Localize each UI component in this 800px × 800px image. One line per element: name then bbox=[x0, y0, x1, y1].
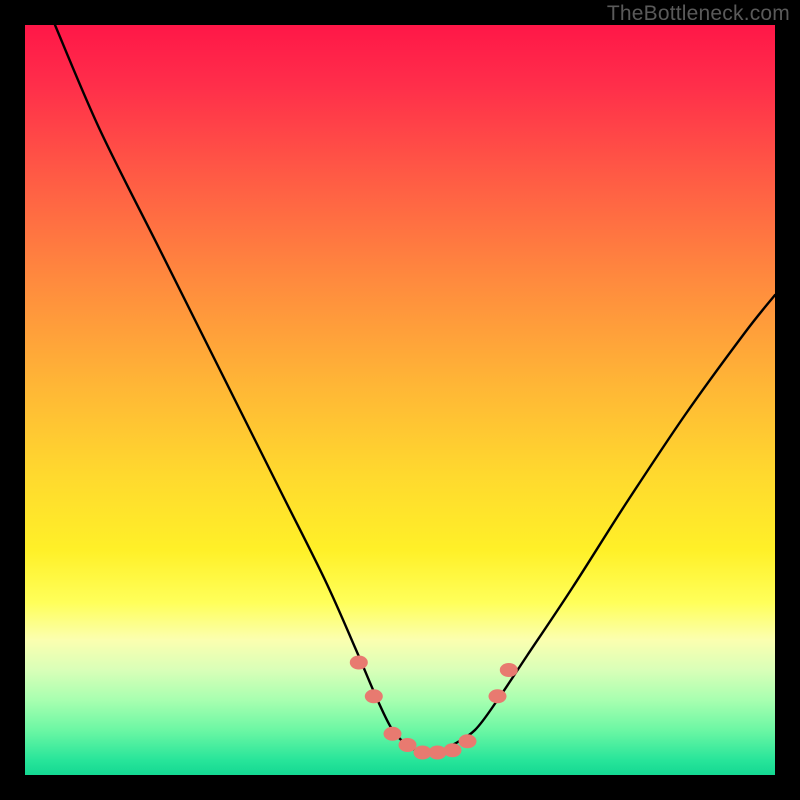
curve-marker bbox=[459, 734, 477, 748]
curve-marker bbox=[489, 689, 507, 703]
curve-marker bbox=[399, 738, 417, 752]
plot-area bbox=[25, 25, 775, 775]
curve-marker bbox=[429, 746, 447, 760]
bottleneck-curve-svg bbox=[25, 25, 775, 775]
bottleneck-curve-path bbox=[55, 25, 775, 753]
curve-marker bbox=[444, 743, 462, 757]
curve-marker bbox=[384, 727, 402, 741]
chart-frame: TheBottleneck.com bbox=[0, 0, 800, 800]
watermark-text: TheBottleneck.com bbox=[607, 2, 790, 26]
curve-marker bbox=[365, 689, 383, 703]
curve-marker bbox=[500, 663, 518, 677]
curve-marker bbox=[350, 656, 368, 670]
